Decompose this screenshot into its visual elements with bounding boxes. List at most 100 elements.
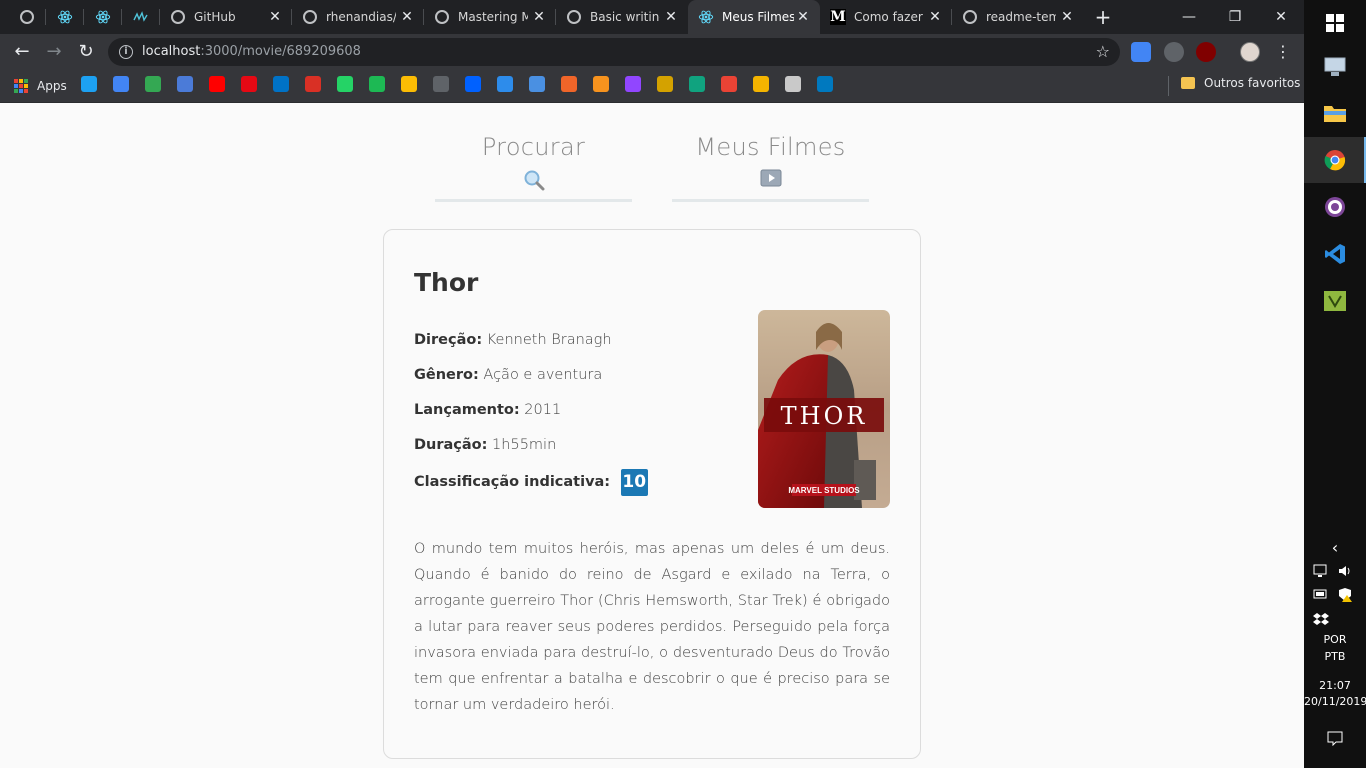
new-tab-button[interactable]: + — [1091, 6, 1115, 28]
youtube-icon[interactable] — [209, 76, 225, 92]
tab-title: rhenandias/M — [326, 10, 396, 24]
volume-icon[interactable] — [1337, 564, 1353, 580]
dyte-icon — [133, 9, 149, 25]
taskbar-chrome[interactable] — [1304, 137, 1366, 183]
trello-icon[interactable] — [817, 76, 833, 92]
start-button[interactable] — [1304, 0, 1366, 46]
spotify-icon[interactable] — [369, 76, 385, 92]
rw-icon[interactable] — [657, 76, 673, 92]
netflix-icon[interactable] — [241, 76, 257, 92]
tab-basic-writing[interactable]: Basic writing ✕ — [556, 0, 688, 34]
taskbar-file-explorer[interactable] — [1304, 90, 1366, 136]
input-language[interactable]: POR — [1304, 632, 1366, 648]
address-bar[interactable]: i localhost:3000/movie/689209608 ☆ — [108, 38, 1120, 66]
gmail-icon[interactable] — [305, 76, 321, 92]
bulb-extension-icon[interactable] — [1164, 42, 1184, 62]
folder-icon — [1181, 77, 1195, 89]
tab-rhenandias[interactable]: rhenandias/M ✕ — [292, 0, 424, 34]
browser-toolbar: ← → ↻ i localhost:3000/movie/689209608 ☆… — [0, 34, 1304, 70]
close-icon[interactable]: ✕ — [1058, 8, 1076, 26]
nav-search[interactable]: Procurar — [435, 131, 632, 202]
github-icon — [302, 9, 318, 25]
ublock-extension-icon[interactable] — [1196, 42, 1216, 62]
apps-grid-icon — [14, 79, 28, 93]
close-icon[interactable]: ✕ — [662, 8, 680, 26]
tab-pinned-react[interactable] — [46, 0, 84, 34]
close-window-button[interactable]: ✕ — [1258, 4, 1304, 30]
github-bookmark-icon[interactable] — [785, 76, 801, 92]
close-icon[interactable]: ✕ — [530, 8, 548, 26]
hexagon-icon[interactable] — [561, 76, 577, 92]
keep-icon[interactable] — [401, 76, 417, 92]
google-translate-icon[interactable] — [113, 76, 129, 92]
keyboard-layout[interactable]: PTB — [1304, 649, 1366, 665]
tab-github[interactable]: GitHub ✕ — [160, 0, 292, 34]
github-icon — [566, 9, 582, 25]
network-icon[interactable] — [1313, 564, 1329, 580]
nav-my-movies[interactable]: Meus Filmes — [672, 131, 869, 202]
whatsapp-icon[interactable] — [337, 76, 353, 92]
release-value: 2011 — [524, 402, 562, 418]
reload-button[interactable]: ↻ — [74, 40, 98, 64]
forward-button[interactable]: → — [42, 40, 66, 64]
minimize-button[interactable]: — — [1166, 4, 1212, 30]
tab-como-fazer[interactable]: M Como fazer ✕ — [820, 0, 952, 34]
tab-pinned-github[interactable] — [8, 0, 46, 34]
tab-readme[interactable]: readme-tem ✕ — [952, 0, 1084, 34]
twitter-icon[interactable] — [81, 76, 97, 92]
other-bookmarks-folder[interactable]: Outros favoritos — [1181, 76, 1300, 90]
person-icon[interactable] — [689, 76, 705, 92]
clock-time[interactable]: 21:07 — [1304, 678, 1366, 694]
nav-my-movies-label: Meus Filmes — [695, 133, 846, 161]
browser-menu-icon[interactable]: ⋮ — [1275, 40, 1291, 64]
site-info-icon[interactable]: i — [119, 45, 133, 59]
apps-shortcut[interactable]: Apps — [14, 76, 67, 96]
react-icon — [95, 9, 111, 25]
taskbar-vscode[interactable] — [1304, 231, 1366, 277]
back-button[interactable]: ← — [10, 40, 34, 64]
taskbar-computer[interactable] — [1304, 44, 1366, 90]
editor-icon[interactable] — [529, 76, 545, 92]
bookmark-star-icon[interactable]: ☆ — [1096, 42, 1110, 61]
close-icon[interactable]: ✕ — [266, 8, 284, 26]
trello-t-icon[interactable] — [497, 76, 513, 92]
twitch-icon[interactable] — [625, 76, 641, 92]
movie-synopsis: O mundo tem muitos heróis, mas apenas um… — [414, 541, 890, 713]
clock-date[interactable]: 20/11/2019 — [1304, 694, 1366, 710]
windows-taskbar: ‹ POR PTB 21:07 20/11/2019 — [1304, 0, 1366, 768]
taskbar-app[interactable] — [1304, 278, 1366, 324]
battery-icon[interactable] — [1313, 588, 1329, 604]
tab-meus-filmes-active[interactable]: Meus Filmes ✕ — [688, 0, 820, 34]
close-icon[interactable]: ✕ — [794, 8, 812, 26]
gear-orange-icon[interactable] — [593, 76, 609, 92]
close-icon[interactable]: ✕ — [926, 8, 944, 26]
tor-browser-icon — [1325, 197, 1345, 217]
tab-pinned-dyte[interactable] — [122, 0, 160, 34]
tab-mastering[interactable]: Mastering M ✕ — [424, 0, 556, 34]
bookmarks-divider — [1168, 76, 1169, 96]
profile-avatar[interactable] — [1240, 42, 1260, 62]
address-path: :3000/movie/689209608 — [200, 44, 361, 59]
tray-expand-chevron[interactable]: ‹ — [1304, 540, 1366, 556]
rating-row: Classificação indicativa: 10 — [414, 467, 648, 497]
calendar-59-icon[interactable] — [721, 76, 737, 92]
outlook-icon[interactable] — [273, 76, 289, 92]
globe-icon[interactable] — [177, 76, 193, 92]
address-url[interactable]: localhost:3000/movie/689209608 — [142, 44, 361, 59]
restore-button[interactable]: ❐ — [1212, 4, 1258, 30]
security-warning-icon[interactable] — [1337, 588, 1353, 604]
close-icon[interactable]: ✕ — [398, 8, 416, 26]
google-maps-icon[interactable] — [145, 76, 161, 92]
tab-pinned-react-2[interactable] — [84, 0, 122, 34]
taskbar-tor[interactable] — [1304, 184, 1366, 230]
address-host: localhost — [142, 44, 201, 59]
trophy-icon[interactable] — [753, 76, 769, 92]
notifications-icon[interactable] — [1327, 730, 1343, 747]
google-translate-extension-icon[interactable] — [1131, 42, 1151, 62]
play-button-icon — [760, 169, 782, 191]
dropbox-tray-icon[interactable] — [1313, 612, 1329, 628]
chrome-icon — [1324, 150, 1346, 171]
dropbox-icon[interactable] — [465, 76, 481, 92]
suap-icon[interactable] — [433, 76, 449, 92]
tab-title: Como fazer — [854, 10, 923, 24]
